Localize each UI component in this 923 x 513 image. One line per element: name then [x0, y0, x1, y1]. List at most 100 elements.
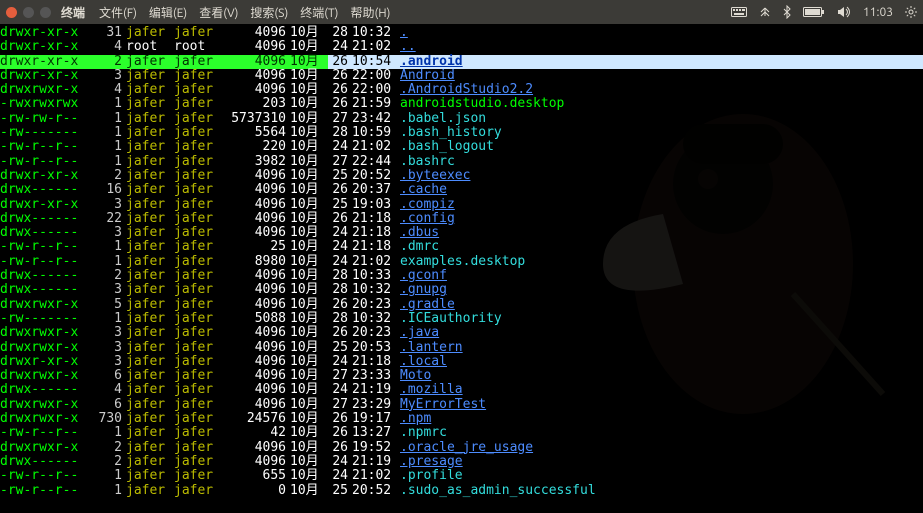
volume-icon[interactable] [837, 6, 851, 18]
menu-terminal[interactable]: 终端(T) [296, 4, 342, 21]
menu-file[interactable]: 文件(F) [95, 4, 141, 21]
listing-row[interactable]: drwxrwxr-x6jaferjafer409610月2723:33Moto [0, 369, 923, 383]
col-time: 21:02 [352, 140, 400, 154]
col-name: .local [400, 355, 923, 369]
listing-row[interactable]: drwx------4jaferjafer409610月2421:19.mozi… [0, 383, 923, 397]
col-links: 730 [86, 412, 126, 426]
col-group: jafer [174, 341, 222, 355]
listing-row[interactable]: -rw-------1jaferjafer508810月2810:32.ICEa… [0, 312, 923, 326]
listing-row[interactable]: drwx------2jaferjafer409610月2421:19.pres… [0, 455, 923, 469]
menu-search[interactable]: 搜索(S) [246, 4, 292, 21]
listing-row[interactable]: drwx------22jaferjafer409610月2621:18.con… [0, 212, 923, 226]
listing-row[interactable]: -rw-r--r--1jaferjafer4210月2613:27.npmrc [0, 426, 923, 440]
col-links: 22 [86, 212, 126, 226]
listing-row[interactable]: drwxrwxr-x2jaferjafer409610月2619:52.orac… [0, 441, 923, 455]
close-icon[interactable] [6, 7, 17, 18]
col-links: 2 [86, 55, 126, 69]
col-group: jafer [174, 212, 222, 226]
listing-row[interactable]: -rw-------1jaferjafer556410月2810:59.bash… [0, 126, 923, 140]
listing-row[interactable]: drwxr-xr-x2jaferjafer409610月2520:52.byte… [0, 169, 923, 183]
col-day: 26 [328, 412, 352, 426]
col-day: 28 [328, 126, 352, 140]
battery-icon[interactable] [803, 7, 825, 17]
listing-row[interactable]: drwx------2jaferjafer409610月2810:33.gcon… [0, 269, 923, 283]
listing-row[interactable]: drwxrwxr-x730jaferjafer2457610月2619:17.n… [0, 412, 923, 426]
col-day: 27 [328, 112, 352, 126]
menu-help[interactable]: 帮助(H) [346, 4, 394, 21]
col-links: 6 [86, 369, 126, 383]
col-time: 20:37 [352, 183, 400, 197]
col-group: jafer [174, 326, 222, 340]
col-perm: drwxrwxr-x [0, 441, 86, 455]
col-month: 10月 [290, 298, 328, 312]
listing-row[interactable]: drwxrwxr-x4jaferjafer409610月2622:00.Andr… [0, 83, 923, 97]
col-time: 19:17 [352, 412, 400, 426]
listing-row[interactable]: -rw-r--r--1jaferjafer2510月2421:18.dmrc [0, 240, 923, 254]
listing-row[interactable]: drwxrwxr-x3jaferjafer409610月2620:23.java [0, 326, 923, 340]
bluetooth-icon[interactable] [783, 5, 791, 19]
col-day: 24 [328, 40, 352, 54]
col-links: 2 [86, 269, 126, 283]
col-month: 10月 [290, 398, 328, 412]
listing-row[interactable]: -rw-r--r--1jaferjafer22010月2421:02.bash_… [0, 140, 923, 154]
menu-edit[interactable]: 编辑(E) [145, 4, 191, 21]
col-links: 3 [86, 341, 126, 355]
col-time: 21:59 [352, 97, 400, 111]
listing-row[interactable]: drwxr-xr-x3jaferjafer409610月2519:03.comp… [0, 198, 923, 212]
col-month: 10月 [290, 97, 328, 111]
listing-row[interactable]: -rw-rw-r--1jaferjafer573731010月2723:42.b… [0, 112, 923, 126]
col-name: .profile [400, 469, 923, 483]
col-perm: drwx------ [0, 269, 86, 283]
listing-row[interactable]: -rw-r--r--1jaferjafer398210月2722:44.bash… [0, 155, 923, 169]
listing-row[interactable]: -rwxrwxrwx1jaferjafer20310月2621:59androi… [0, 97, 923, 111]
clock[interactable]: 11:03 [863, 6, 893, 19]
col-month: 10月 [290, 26, 328, 40]
col-day: 24 [328, 469, 352, 483]
col-perm: drwxrwxr-x [0, 398, 86, 412]
col-group: jafer [174, 255, 222, 269]
network-icon[interactable] [759, 6, 771, 18]
listing-row[interactable]: -rw-r--r--1jaferjafer010月2520:52.sudo_as… [0, 484, 923, 498]
listing-row[interactable]: drwx------3jaferjafer409610月2810:32.gnup… [0, 283, 923, 297]
listing-row[interactable]: drwxr-xr-x31jaferjafer409610月2810:32. [0, 26, 923, 40]
listing-row[interactable]: -rw-r--r--1jaferjafer898010月2421:02examp… [0, 255, 923, 269]
gear-icon[interactable] [905, 6, 917, 18]
col-group: jafer [174, 69, 222, 83]
listing-row[interactable]: drwxr-xr-x2jaferjafer409610月2610:54.andr… [0, 55, 923, 69]
keyboard-icon[interactable] [731, 7, 747, 17]
col-time: 22:00 [352, 69, 400, 83]
col-time: 20:53 [352, 341, 400, 355]
col-group: jafer [174, 183, 222, 197]
col-links: 4 [86, 40, 126, 54]
listing-row[interactable]: drwxr-xr-x3jaferjafer409610月2421:18.loca… [0, 355, 923, 369]
menu-view[interactable]: 查看(V) [195, 4, 242, 21]
listing-row[interactable]: drwxrwxr-x6jaferjafer409610月2723:29MyErr… [0, 398, 923, 412]
terminal-area[interactable]: drwxr-xr-x31jaferjafer409610月2810:32.drw… [0, 24, 923, 513]
col-perm: -rw-r--r-- [0, 240, 86, 254]
listing-row[interactable]: drwxr-xr-x4rootroot409610月2421:02.. [0, 40, 923, 54]
col-owner: jafer [126, 112, 174, 126]
col-links: 1 [86, 484, 126, 498]
col-owner: jafer [126, 484, 174, 498]
col-day: 24 [328, 140, 352, 154]
listing-row[interactable]: -rw-r--r--1jaferjafer65510月2421:02.profi… [0, 469, 923, 483]
col-group: jafer [174, 55, 222, 69]
listing-row[interactable]: drwxr-xr-x3jaferjafer409610月2622:00Andro… [0, 69, 923, 83]
col-owner: jafer [126, 412, 174, 426]
col-day: 25 [328, 169, 352, 183]
col-owner: jafer [126, 26, 174, 40]
col-name: .npm [400, 412, 923, 426]
col-name: MyErrorTest [400, 398, 923, 412]
col-day: 24 [328, 383, 352, 397]
col-month: 10月 [290, 140, 328, 154]
col-perm: drwxr-xr-x [0, 169, 86, 183]
col-time: 23:42 [352, 112, 400, 126]
listing-row[interactable]: drwx------3jaferjafer409610月2421:18.dbus [0, 226, 923, 240]
maximize-icon[interactable] [40, 7, 51, 18]
listing-row[interactable]: drwxrwxr-x3jaferjafer409610月2520:53.lant… [0, 341, 923, 355]
listing-row[interactable]: drwxrwxr-x5jaferjafer409610月2620:23.grad… [0, 298, 923, 312]
listing-row[interactable]: drwx------16jaferjafer409610月2620:37.cac… [0, 183, 923, 197]
minimize-icon[interactable] [23, 7, 34, 18]
col-month: 10月 [290, 126, 328, 140]
col-group: jafer [174, 355, 222, 369]
